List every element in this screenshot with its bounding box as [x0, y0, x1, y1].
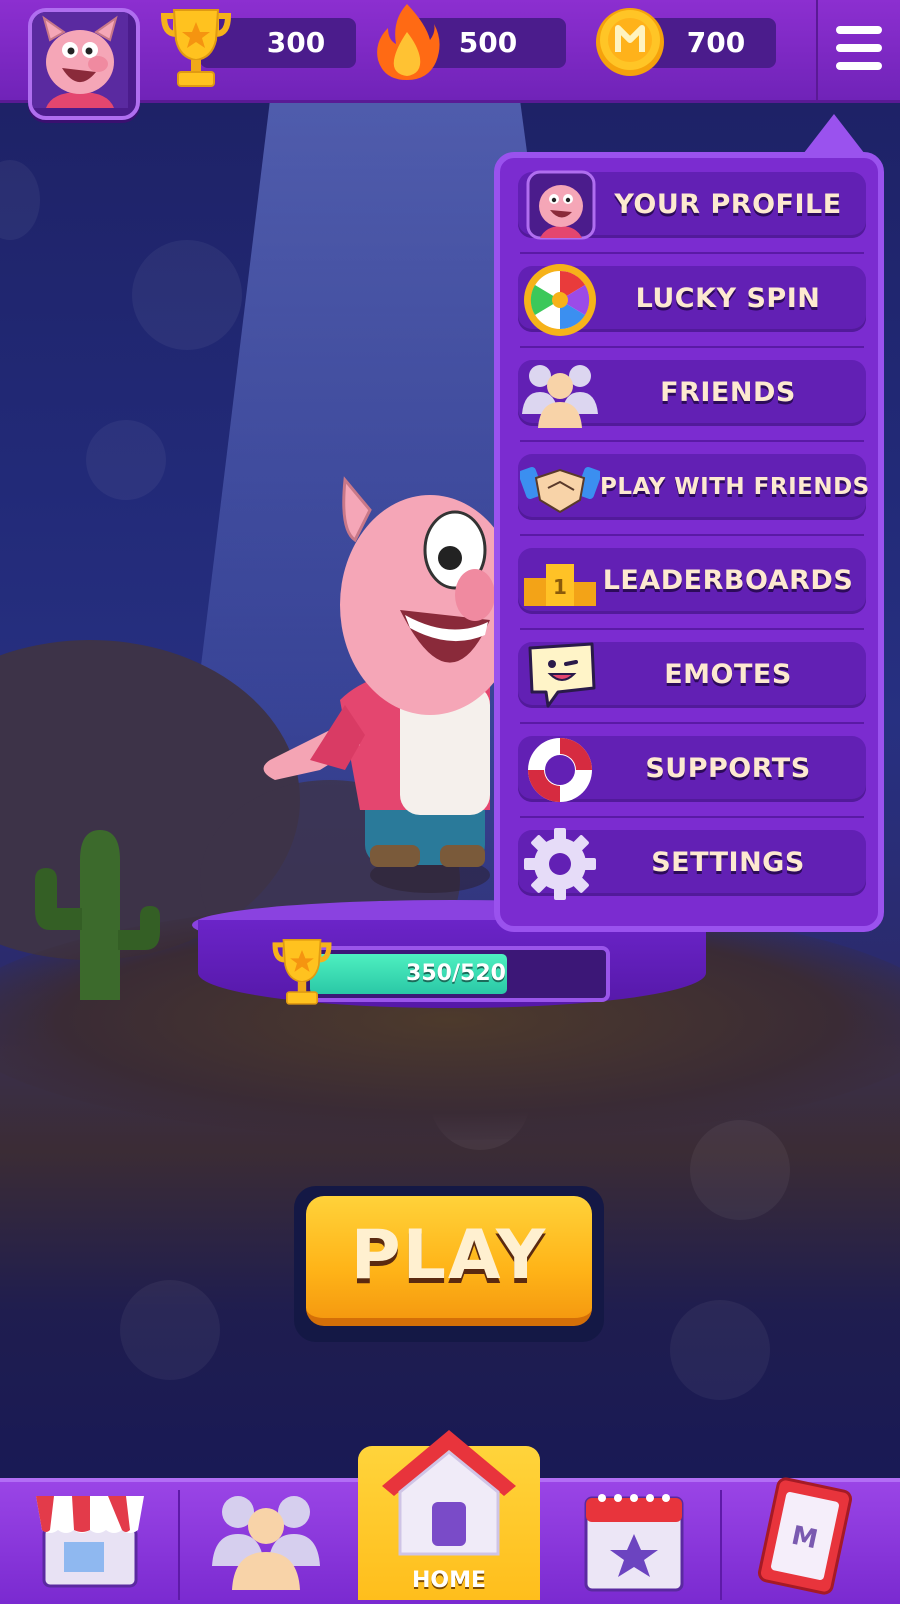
cactus-icon — [35, 830, 160, 1000]
bokeh-light — [86, 420, 166, 500]
home-icon — [382, 1430, 516, 1556]
coin-count: 700 — [686, 26, 746, 59]
top-bar: 300 500 700 — [0, 0, 900, 120]
menu-item-label: FRIENDS — [660, 377, 796, 408]
menu-item-label: SETTINGS — [651, 847, 805, 878]
emote-icon — [528, 642, 596, 708]
menu-item-label: LEADERBOARDS — [602, 565, 854, 596]
lifebuoy-icon — [528, 738, 592, 802]
podium-icon: 1 — [524, 564, 596, 606]
calendar-star-icon[interactable] — [578, 1484, 690, 1596]
bokeh-light — [132, 240, 242, 350]
bokeh-light — [120, 1280, 220, 1380]
friends-icon[interactable] — [206, 1486, 326, 1592]
bokeh-light — [690, 1120, 790, 1220]
coin-icon — [596, 8, 664, 76]
pig-avatar-icon — [526, 170, 596, 240]
shop-icon[interactable] — [30, 1486, 150, 1592]
trophy-count: 300 — [266, 26, 326, 59]
hamburger-line — [836, 44, 882, 52]
menu-item-label: LUCKY SPIN — [635, 283, 821, 314]
svg-text:1: 1 — [553, 575, 567, 599]
menu-item-emotes[interactable]: EMOTES — [518, 642, 866, 708]
divider — [520, 346, 864, 348]
gear-icon — [524, 828, 596, 900]
hamburger-line — [836, 62, 882, 70]
menu-button[interactable] — [816, 0, 900, 100]
divider — [520, 722, 864, 724]
player-avatar[interactable] — [28, 8, 140, 120]
pig-avatar-icon — [32, 12, 128, 108]
menu-item-friends[interactable]: FRIENDS — [518, 360, 866, 428]
play-button-label: PLAY — [350, 1216, 548, 1295]
divider — [520, 628, 864, 630]
menu-item-leaderboards[interactable]: 1 LEADERBOARDS — [518, 548, 866, 614]
divider — [720, 1490, 722, 1600]
divider — [520, 816, 864, 818]
bokeh-light — [670, 1300, 770, 1400]
trophy-icon — [272, 939, 332, 1005]
menu-item-label: EMOTES — [664, 659, 792, 690]
play-button[interactable]: PLAY — [306, 1196, 592, 1326]
lucky-wheel-icon — [524, 264, 596, 336]
bokeh-light — [0, 160, 40, 240]
menu-item-label: SUPPORTS — [645, 753, 811, 784]
menu-item-settings[interactable]: SETTINGS — [518, 828, 866, 900]
progress-text: 350/520 — [406, 961, 506, 986]
trophy-progress-bar: 350/520 — [302, 946, 610, 1002]
divider — [520, 440, 864, 442]
dropdown-menu: YOUR PROFILE LUCKY SPIN FRIENDS PLAY WIT… — [494, 152, 884, 932]
hamburger-menu-icon — [836, 26, 882, 34]
menu-item-lucky-spin[interactable]: LUCKY SPIN — [518, 264, 866, 336]
menu-item-supports[interactable]: SUPPORTS — [518, 736, 866, 802]
pig-character — [263, 476, 510, 893]
handshake-icon — [520, 466, 600, 514]
nav-home-label: HOME — [411, 1568, 487, 1593]
divider — [520, 534, 864, 536]
fire-icon — [377, 4, 440, 80]
divider — [178, 1490, 180, 1600]
menu-item-label: YOUR PROFILE — [614, 189, 842, 220]
trophy-icon — [160, 9, 232, 87]
card-icon[interactable]: M — [750, 1476, 860, 1596]
divider — [520, 252, 864, 254]
menu-item-label: PLAY WITH FRIENDS — [600, 474, 870, 500]
menu-item-play-with-friends[interactable]: PLAY WITH FRIENDS — [518, 454, 870, 520]
friends-icon — [522, 365, 598, 428]
menu-item-your-profile[interactable]: YOUR PROFILE — [518, 170, 866, 240]
